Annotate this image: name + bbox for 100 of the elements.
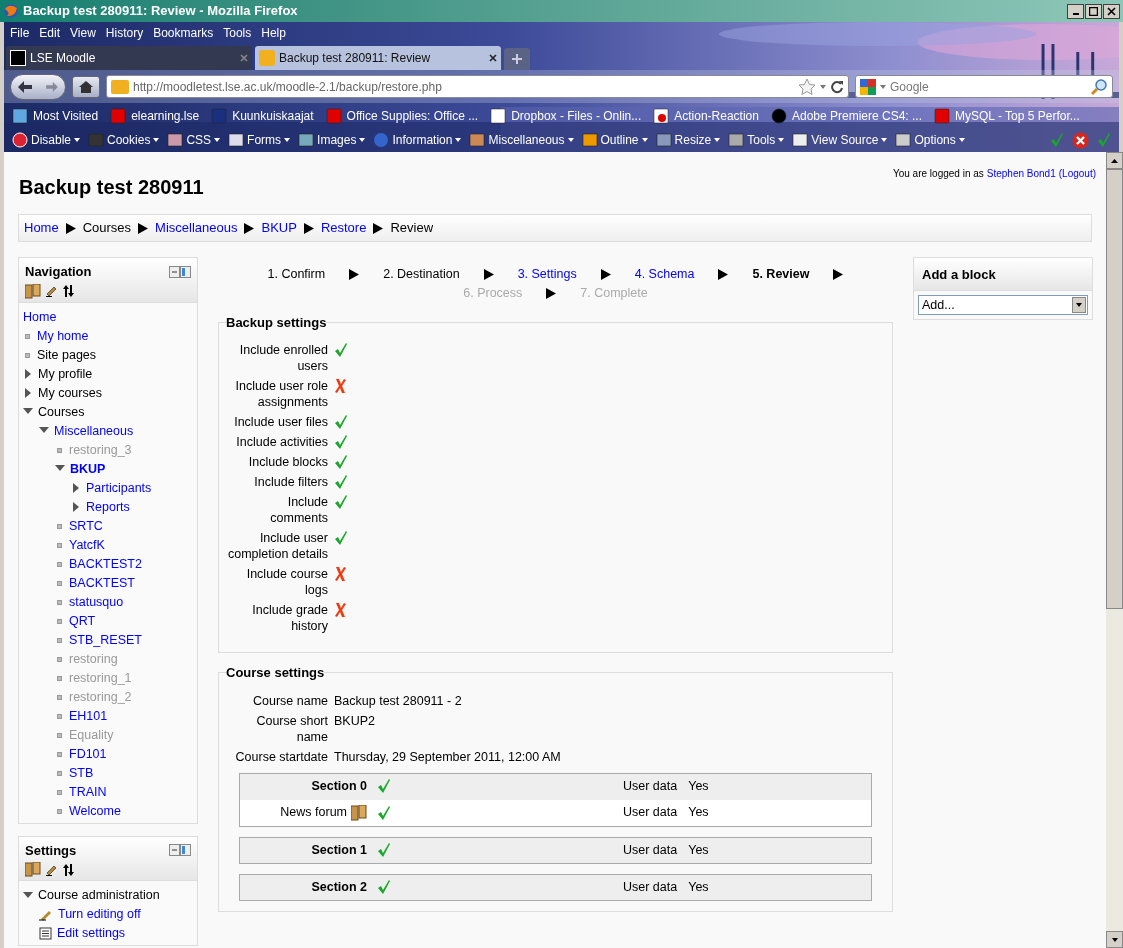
tree-item[interactable]: Miscellaneous bbox=[54, 423, 134, 439]
toolbar-menu[interactable]: Outline bbox=[581, 131, 648, 149]
pencil-icon[interactable] bbox=[46, 285, 58, 297]
toolbar-menu[interactable]: Tools bbox=[728, 131, 785, 149]
tree-item[interactable]: STB_RESET bbox=[69, 632, 142, 648]
toolbar-menu[interactable]: Images bbox=[298, 131, 366, 149]
scrollbar[interactable] bbox=[1106, 152, 1123, 948]
tree-item[interactable]: STB bbox=[69, 765, 94, 781]
tree-item[interactable]: My home bbox=[37, 328, 89, 344]
close-button[interactable] bbox=[1103, 3, 1120, 19]
toolbar-icon bbox=[792, 132, 809, 148]
star-icon[interactable] bbox=[798, 78, 816, 95]
tree-item[interactable]: Edit settings bbox=[57, 926, 126, 941]
collapsed-arrow-icon[interactable] bbox=[23, 388, 33, 398]
bookmark-item[interactable]: Office Supplies: Office ... bbox=[325, 106, 479, 125]
menu-item[interactable]: Help bbox=[261, 24, 286, 42]
tree-item[interactable]: Home bbox=[23, 309, 57, 325]
move-arrows-icon[interactable] bbox=[63, 285, 74, 297]
search-field[interactable]: Google bbox=[855, 75, 1113, 98]
menu-item[interactable]: Bookmarks bbox=[153, 24, 214, 42]
toolbar-menu[interactable]: Forms bbox=[228, 131, 291, 149]
search-engine-icon bbox=[860, 78, 876, 95]
bookmark-item[interactable]: MySQL - Top 5 Perfor... bbox=[934, 106, 1080, 125]
bookmark-item[interactable]: Most Visited bbox=[12, 106, 99, 125]
step-label[interactable]: 4. Schema bbox=[634, 265, 695, 284]
dock-icon[interactable] bbox=[169, 265, 191, 278]
tree-item[interactable]: YatcfK bbox=[69, 537, 105, 553]
tree-item[interactable]: BACKTEST bbox=[69, 575, 135, 591]
user-link[interactable]: Stephen Bond1 bbox=[986, 166, 1056, 181]
tree-item[interactable]: TRAIN bbox=[69, 784, 107, 800]
tree-item[interactable]: Turn editing off bbox=[58, 907, 141, 922]
error-icon[interactable] bbox=[1072, 131, 1089, 149]
breadcrumb-item[interactable]: Restore bbox=[320, 218, 367, 238]
tree-item[interactable]: Course administration bbox=[38, 888, 160, 903]
bookmark-item[interactable]: Action-Reaction bbox=[653, 106, 759, 125]
tree-item[interactable]: Site pages bbox=[37, 347, 97, 363]
caret-icon bbox=[958, 138, 965, 142]
bookmark-item[interactable]: Kuunkuiskaajat bbox=[211, 106, 314, 125]
forum-icon[interactable] bbox=[25, 862, 41, 877]
toolbar-menu[interactable]: View Source bbox=[792, 131, 888, 149]
minimize-button[interactable] bbox=[1067, 3, 1084, 19]
breadcrumb-item[interactable]: Home bbox=[24, 218, 59, 238]
home-button[interactable] bbox=[72, 75, 100, 98]
close-icon[interactable] bbox=[489, 54, 497, 62]
bullet-icon bbox=[57, 694, 62, 700]
tree-item[interactable]: BKUP bbox=[70, 461, 106, 477]
search-input[interactable]: Google bbox=[890, 77, 1086, 96]
maximize-button[interactable] bbox=[1085, 3, 1102, 19]
toolbar-menu[interactable]: Cookies bbox=[88, 131, 160, 149]
search-icon[interactable] bbox=[1090, 77, 1108, 96]
toolbar-menu[interactable]: Miscellaneous bbox=[469, 131, 574, 149]
menu-item[interactable]: Edit bbox=[39, 24, 61, 42]
forum-icon[interactable] bbox=[25, 283, 41, 299]
collapsed-arrow-icon[interactable] bbox=[71, 483, 81, 493]
toolbar-menu[interactable]: Information bbox=[373, 131, 462, 149]
breadcrumb-item[interactable]: Miscellaneous bbox=[155, 218, 238, 238]
add-block-select[interactable]: Add... bbox=[918, 295, 1088, 315]
toolbar-menu[interactable]: Options bbox=[895, 131, 965, 149]
block-title: Settings bbox=[25, 841, 77, 860]
browser-tab[interactable]: Backup test 280911: Review bbox=[255, 46, 501, 70]
tree-item[interactable]: FD101 bbox=[69, 746, 107, 762]
tree-item[interactable]: Courses bbox=[38, 404, 85, 420]
menu-item[interactable]: File bbox=[10, 24, 30, 42]
tree-item[interactable]: My courses bbox=[38, 385, 102, 401]
toolbar-menu[interactable]: CSS bbox=[167, 131, 221, 149]
step-label[interactable]: 3. Settings bbox=[517, 265, 577, 284]
breadcrumb-item[interactable]: BKUP bbox=[261, 218, 297, 238]
tree-item[interactable]: QRT bbox=[69, 613, 96, 629]
tree-item[interactable]: Reports bbox=[86, 499, 130, 515]
toolbar-menu[interactable]: Resize bbox=[655, 131, 721, 149]
reload-icon[interactable] bbox=[830, 79, 844, 94]
collapsed-arrow-icon[interactable] bbox=[23, 369, 33, 379]
menu-item[interactable]: View bbox=[70, 24, 96, 42]
tree-item[interactable]: BACKTEST2 bbox=[69, 556, 142, 572]
move-arrows-icon[interactable] bbox=[63, 863, 74, 876]
tree-item[interactable]: EH101 bbox=[69, 708, 108, 724]
menu-item[interactable]: Tools bbox=[223, 24, 252, 42]
new-tab-button[interactable] bbox=[504, 48, 530, 70]
tree-item[interactable]: Welcome bbox=[69, 803, 121, 819]
collapsed-arrow-icon[interactable] bbox=[71, 502, 81, 512]
address-field[interactable]: http://moodletest.lse.ac.uk/moodle-2.1/backup/restore.php bbox=[106, 75, 849, 98]
setting-label: Include user completion details bbox=[227, 530, 328, 562]
pencil-icon[interactable] bbox=[46, 863, 58, 876]
caret-icon bbox=[359, 138, 366, 142]
tree-item[interactable]: Participants bbox=[86, 480, 152, 496]
toolbar-menu[interactable]: Disable bbox=[12, 131, 81, 149]
browser-tab[interactable]: LSE Moodle bbox=[6, 46, 252, 70]
tree-item[interactable]: statusquo bbox=[69, 594, 124, 610]
tree-item[interactable]: My profile bbox=[38, 366, 93, 382]
caret-icon bbox=[74, 138, 81, 142]
bookmark-item[interactable]: Adobe Premiere CS4: ... bbox=[770, 106, 923, 125]
logout-link[interactable]: (Logout) bbox=[1058, 166, 1096, 181]
tree-item[interactable]: SRTC bbox=[69, 518, 103, 534]
caret-icon bbox=[567, 138, 574, 142]
arrow-icon bbox=[138, 222, 149, 234]
menu-item[interactable]: History bbox=[105, 24, 144, 42]
bookmark-item[interactable]: Dropbox - Files - Onlin... bbox=[490, 106, 642, 125]
up-arrow-icon[interactable] bbox=[1111, 158, 1118, 163]
dock-icon[interactable] bbox=[169, 844, 191, 857]
bookmark-item[interactable]: elearning.lse bbox=[110, 106, 200, 125]
